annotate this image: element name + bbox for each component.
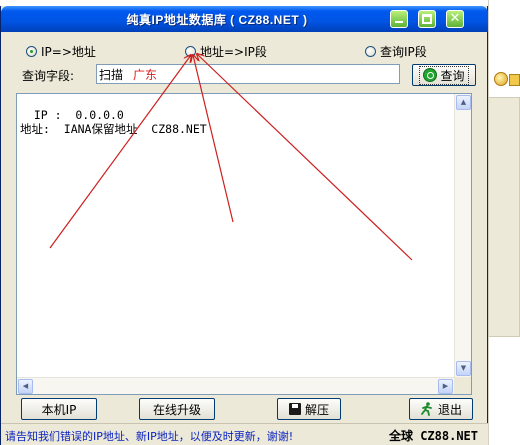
scroll-up-arrow-icon[interactable]: ▲ <box>456 95 471 110</box>
ime-candidate-text: 广东 <box>133 68 158 82</box>
close-icon: ✕ <box>449 11 461 26</box>
radio-ip-to-address[interactable]: IP=>地址 <box>26 43 96 59</box>
running-man-icon <box>421 402 432 416</box>
result-address-line: 地址: IANA保留地址 CZ88.NET <box>20 122 207 136</box>
radio-unchecked-icon[interactable] <box>185 45 196 57</box>
query-input-value: 扫描 <box>99 68 124 82</box>
result-text-area[interactable]: IP : 0.0.0.0 地址: IANA保留地址 CZ88.NET ▲ ▼ ◀ … <box>16 93 472 395</box>
exit-button[interactable]: 退出 <box>409 398 473 420</box>
refresh-icon <box>423 68 438 82</box>
radio-checked-icon[interactable] <box>26 45 37 57</box>
radio-address-to-ip[interactable]: 地址=>IP段 <box>185 43 267 59</box>
minimize-icon <box>395 21 403 23</box>
maximize-icon <box>422 14 432 24</box>
status-message: 请告知我们错误的IP地址、新IP地址，以便及时更新，谢谢! <box>5 430 294 443</box>
title-bar[interactable]: 纯真IP地址数据库 ( CZ88.NET ) ✕ <box>1 6 488 32</box>
query-button-focus: 查询 <box>419 65 469 85</box>
query-button[interactable]: 查询 <box>412 64 476 86</box>
query-field-label: 查询字段: <box>22 69 75 83</box>
taskbar-smile-icon[interactable] <box>494 72 508 86</box>
result-text: IP : 0.0.0.0 地址: IANA保留地址 CZ88.NET <box>20 108 207 136</box>
horizontal-scrollbar[interactable]: ◀ ▶ <box>17 377 454 394</box>
close-button[interactable]: ✕ <box>446 10 464 28</box>
taskbar-folder-icon[interactable] <box>509 74 520 86</box>
minimize-button[interactable] <box>390 10 408 28</box>
radio-ip-to-address-label: IP=>地址 <box>41 44 96 59</box>
local-ip-button[interactable]: 本机IP <box>21 398 97 420</box>
scroll-left-arrow-icon[interactable]: ◀ <box>18 379 33 394</box>
radio-query-ip-range[interactable]: 查询IP段 <box>365 43 427 59</box>
scrollbar-corner <box>454 377 471 394</box>
query-input[interactable]: 扫描 广东 <box>96 64 400 84</box>
floppy-disk-icon <box>288 403 301 415</box>
scroll-down-arrow-icon[interactable]: ▼ <box>456 361 471 376</box>
maximize-button[interactable] <box>418 10 436 28</box>
ip-database-window: 纯真IP地址数据库 ( CZ88.NET ) ✕ IP=>地址 地址=>IP段 … <box>0 6 488 445</box>
online-upgrade-button-label: 在线升级 <box>152 402 201 417</box>
unzip-button[interactable]: 解压 <box>277 398 341 420</box>
local-ip-button-label: 本机IP <box>41 402 77 417</box>
exit-button-label: 退出 <box>437 402 462 417</box>
status-bar: 请告知我们错误的IP地址、新IP地址，以便及时更新，谢谢! 全球 CZ88.NE… <box>1 423 488 445</box>
unzip-button-label: 解压 <box>304 402 329 417</box>
radio-query-ip-range-label: 查询IP段 <box>380 44 427 59</box>
window-title: 纯真IP地址数据库 ( CZ88.NET ) <box>126 13 308 27</box>
online-upgrade-button[interactable]: 在线升级 <box>139 398 215 420</box>
query-button-label: 查询 <box>440 68 465 83</box>
scroll-right-arrow-icon[interactable]: ▶ <box>438 379 453 394</box>
brand-label: 全球 CZ88.NET <box>388 429 478 443</box>
radio-unchecked-icon[interactable] <box>365 45 376 57</box>
background-side-panel <box>488 97 520 337</box>
vertical-scrollbar[interactable]: ▲ ▼ <box>454 94 471 377</box>
result-ip-line: IP : 0.0.0.0 <box>20 108 124 122</box>
radio-address-to-ip-label: 地址=>IP段 <box>200 44 267 59</box>
